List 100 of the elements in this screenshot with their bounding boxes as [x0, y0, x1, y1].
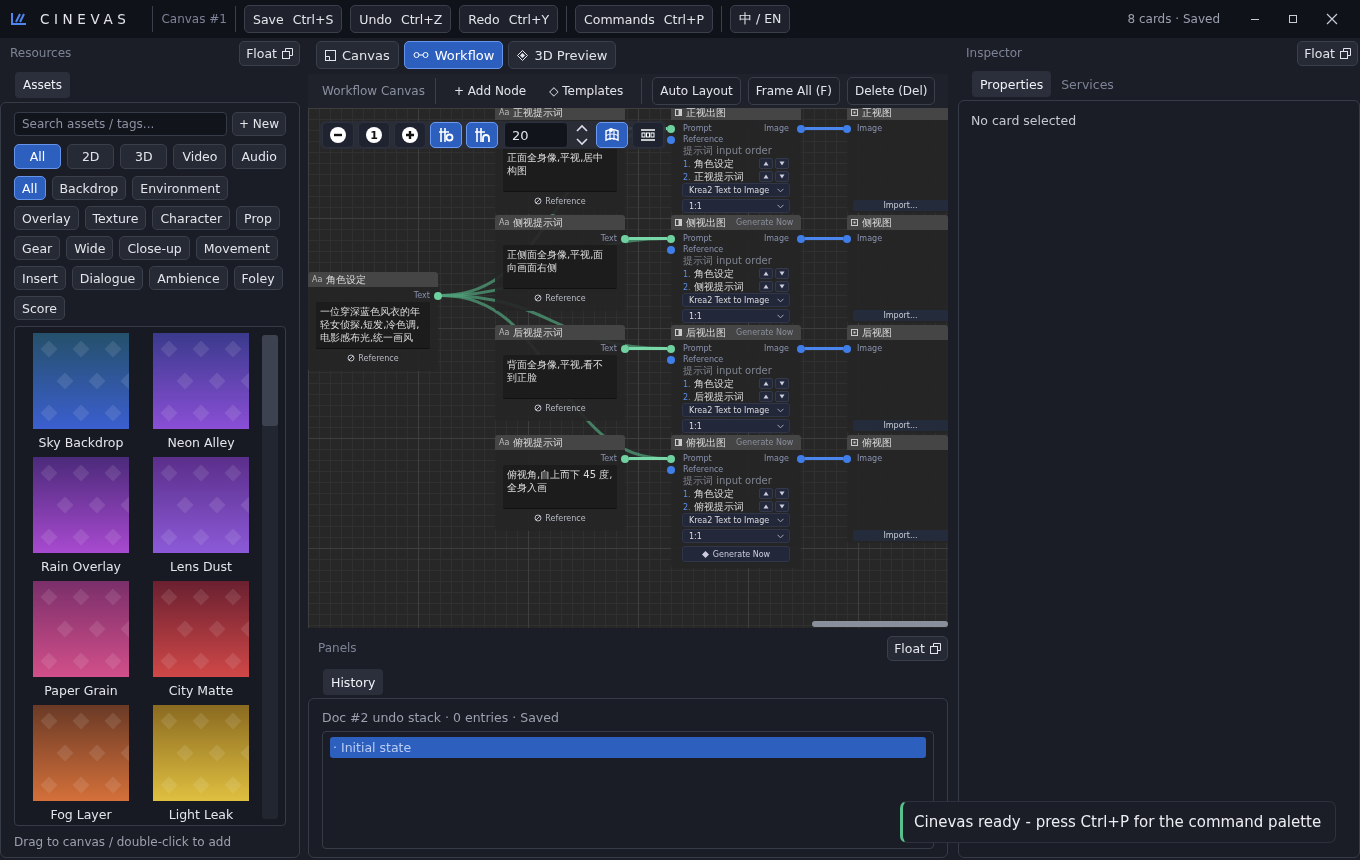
type-filter[interactable]: 2D: [67, 144, 115, 169]
prompt-textarea[interactable]: 正侧面全身像,平视,面向画面右侧: [503, 245, 617, 289]
asset-name[interactable]: Lens Dust: [170, 559, 232, 574]
panel-tab[interactable]: History: [323, 669, 384, 695]
tag-filter[interactable]: Movement: [195, 236, 278, 260]
tag-filter[interactable]: Environment: [132, 176, 229, 200]
move-down-button[interactable]: [775, 171, 789, 182]
asset-name[interactable]: Neon Alley: [167, 435, 235, 450]
scrollbar-thumb[interactable]: [262, 335, 278, 426]
move-down-button[interactable]: [775, 501, 789, 512]
model-select[interactable]: Krea2 Text to Image: [682, 513, 790, 527]
toolbar-button[interactable]: Redo Ctrl+Y: [459, 5, 559, 33]
tag-filter[interactable]: Dialogue: [71, 266, 144, 290]
prompt-textarea[interactable]: 背面全身像,平视,看不到正脸: [503, 355, 617, 399]
tag-filter[interactable]: Close-up: [119, 236, 190, 260]
import-button[interactable]: Import...: [853, 310, 948, 321]
tag-filter[interactable]: Wide: [66, 236, 114, 260]
tag-filter[interactable]: Score: [14, 296, 65, 320]
panel-tab[interactable]: Properties: [972, 71, 1052, 97]
prompt-textarea[interactable]: 俯视角,自上而下 45 度,全身入画: [503, 465, 617, 509]
toolbar-button[interactable]: Delete (Del): [846, 77, 936, 105]
reference-button[interactable]: Reference: [534, 293, 586, 303]
input-port[interactable]: [843, 344, 851, 353]
output-port[interactable]: [621, 234, 629, 243]
tag-filter[interactable]: All: [14, 176, 46, 200]
reference-button[interactable]: Reference: [534, 196, 586, 206]
ratio-select[interactable]: 1:1: [682, 199, 790, 213]
history-entry[interactable]: · Initial state: [330, 737, 926, 758]
toolbar-button[interactable]: ◇ Templates: [541, 77, 632, 105]
node-canvas[interactable]: [308, 108, 948, 628]
tag-filter[interactable]: Ambience: [149, 266, 228, 290]
grid-3d-toggle[interactable]: [596, 122, 628, 148]
ratio-select[interactable]: 1:1: [682, 529, 790, 543]
output-port[interactable]: [797, 234, 805, 243]
model-select[interactable]: Krea2 Text to Image: [682, 183, 790, 197]
model-select[interactable]: Krea2 Text to Image: [682, 403, 790, 417]
snap-toggle[interactable]: [430, 122, 462, 148]
spinner-icon[interactable]: [576, 124, 588, 146]
asset-name[interactable]: City Matte: [168, 683, 234, 698]
model-select[interactable]: Krea2 Text to Image: [682, 293, 790, 307]
tag-filter[interactable]: Foley: [233, 266, 283, 290]
tag-filter[interactable]: Prop: [236, 206, 280, 230]
toolbar-button[interactable]: + Add Node: [445, 77, 535, 105]
import-button[interactable]: Import...: [853, 420, 948, 431]
move-up-button[interactable]: [759, 268, 773, 279]
move-down-button[interactable]: [775, 158, 789, 169]
tag-filter[interactable]: Character: [152, 206, 231, 230]
float-button[interactable]: Float: [239, 40, 300, 66]
tag-filter[interactable]: Insert: [14, 266, 66, 290]
input-port[interactable]: [843, 124, 851, 133]
output-port[interactable]: [434, 291, 442, 300]
view-tab[interactable]: Workflow: [403, 41, 504, 69]
layout-button[interactable]: [632, 122, 664, 148]
input-port[interactable]: [843, 454, 851, 463]
tag-filter[interactable]: Gear: [14, 236, 61, 260]
reference-button[interactable]: Reference: [347, 353, 399, 363]
toolbar-button[interactable]: Save Ctrl+S: [244, 5, 343, 33]
generate-button[interactable]: Generate Now: [682, 546, 790, 562]
asset-name[interactable]: Sky Backdrop: [38, 435, 124, 450]
output-port[interactable]: [621, 454, 629, 463]
toolbar-button[interactable]: Auto Layout: [652, 77, 741, 105]
tag-filter[interactable]: Overlay: [14, 206, 79, 230]
output-port[interactable]: [797, 344, 805, 353]
search-field[interactable]: Search assets / tags...: [14, 112, 227, 136]
move-up-button[interactable]: [759, 501, 773, 512]
output-port[interactable]: [797, 454, 805, 463]
reference-button[interactable]: Reference: [534, 513, 586, 523]
move-down-button[interactable]: [775, 281, 789, 292]
toolbar-button[interactable]: Undo Ctrl+Z: [350, 5, 452, 33]
reference-button[interactable]: Reference: [534, 403, 586, 413]
asset-name[interactable]: Rain Overlay: [40, 559, 121, 574]
panel-tab[interactable]: Services: [1053, 71, 1122, 97]
type-filter[interactable]: 3D: [120, 144, 168, 169]
input-port[interactable]: [843, 234, 851, 243]
view-tab[interactable]: Canvas: [316, 41, 399, 69]
move-down-button[interactable]: [775, 268, 789, 279]
import-button[interactable]: Import...: [853, 530, 948, 541]
prompt-textarea[interactable]: 一位穿深蓝色风衣的年轻女侦探,短发,冷色调,电影感布光,统一画风: [316, 302, 430, 349]
toolbar-button[interactable]: Commands Ctrl+P: [575, 5, 714, 33]
new-asset-button[interactable]: + New: [231, 112, 286, 136]
reset-zoom-button[interactable]: 1: [358, 122, 390, 148]
close-icon[interactable]: [1326, 13, 1338, 25]
move-down-button[interactable]: [775, 378, 789, 389]
ratio-select[interactable]: 1:1: [682, 419, 790, 433]
type-filter[interactable]: Audio: [232, 144, 286, 169]
zoom-in-button[interactable]: [394, 122, 426, 148]
asset-name[interactable]: Paper Grain: [44, 683, 118, 698]
type-filter[interactable]: Video: [173, 144, 227, 169]
asset-name[interactable]: Fog Layer: [50, 807, 112, 822]
output-port[interactable]: [797, 124, 805, 133]
move-down-button[interactable]: [775, 391, 789, 402]
asset-name[interactable]: Light Leak: [168, 807, 234, 822]
move-up-button[interactable]: [759, 378, 773, 389]
move-up-button[interactable]: [759, 281, 773, 292]
snap-toggle[interactable]: [466, 122, 498, 148]
tag-filter[interactable]: Backdrop: [51, 176, 127, 200]
language-toggle[interactable]: 中 / EN: [730, 5, 791, 33]
float-button[interactable]: Float: [1297, 40, 1358, 66]
move-up-button[interactable]: [759, 171, 773, 182]
panel-tab[interactable]: Assets: [15, 72, 71, 98]
